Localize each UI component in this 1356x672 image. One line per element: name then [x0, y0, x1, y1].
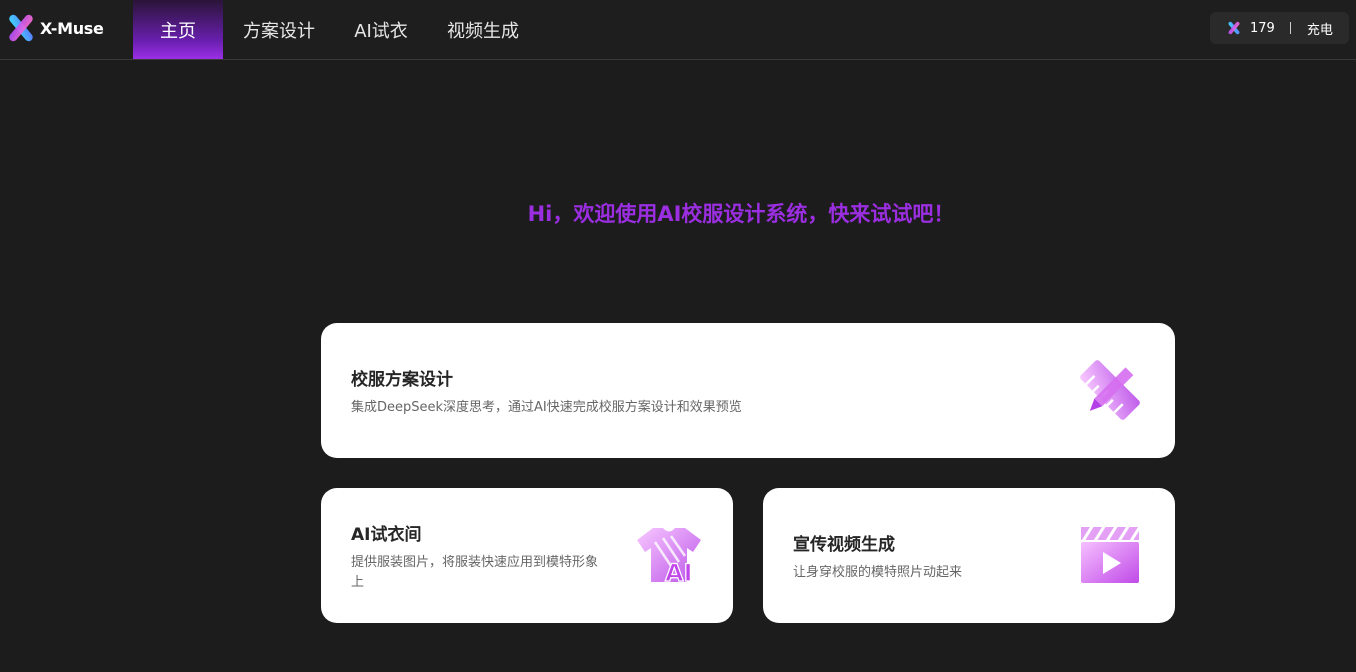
card-description: 让身穿校服的模特照片动起来	[793, 565, 963, 580]
card-title: 校服方案设计	[351, 370, 453, 390]
svg-text:AI: AI	[665, 559, 693, 584]
app-logo[interactable]: X-Muse	[8, 13, 104, 43]
welcome-heading: Hi，欢迎使用AI校服设计系统，快来试试吧！	[527, 202, 955, 226]
card-promo-video[interactable]: 宣传视频生成 让身穿校服的模特照片动起来	[763, 488, 1175, 623]
nav-item-tryon[interactable]: AI试衣	[335, 0, 427, 59]
pencil-ruler-icon	[1080, 360, 1140, 420]
card-title: AI试衣间	[351, 525, 422, 545]
card-uniform-design[interactable]: 校服方案设计 集成DeepSeek深度思考，通过AI快速完成校服方案设计和效果预…	[321, 323, 1175, 458]
credit-balance-panel: 179 充电	[1210, 12, 1349, 44]
nav-item-design[interactable]: 方案设计	[223, 0, 335, 59]
card-description: 提供服装图片，将服装快速应用到模特形象上	[351, 555, 599, 590]
card-description: 集成DeepSeek深度思考，通过AI快速完成校服方案设计和效果预览	[351, 400, 742, 415]
app-name: X-Muse	[40, 18, 104, 38]
credit-count: 179	[1250, 20, 1275, 36]
card-title: 宣传视频生成	[793, 535, 895, 555]
card-ai-fitting-room[interactable]: AI试衣间 提供服装图片，将服装快速应用到模特形象上 AI	[321, 488, 733, 623]
video-clapper-icon	[1081, 527, 1139, 583]
app-root: X-Muse 主页 方案设计 AI试衣 视频生成 179 充电 Hi，欢迎使用A…	[0, 0, 1356, 672]
ai-shirt-icon: AI	[637, 528, 701, 584]
charge-button[interactable]: 充电	[1307, 19, 1333, 38]
credit-x-icon	[1227, 21, 1241, 35]
top-navigation-bar: X-Muse 主页 方案设计 AI试衣 视频生成 179 充电	[0, 0, 1356, 60]
x-logo-icon	[9, 14, 33, 42]
credit-divider	[1289, 22, 1291, 34]
nav-item-video[interactable]: 视频生成	[427, 0, 539, 59]
main-nav: 主页 方案设计 AI试衣 视频生成	[133, 0, 539, 59]
nav-item-home[interactable]: 主页	[133, 0, 223, 59]
